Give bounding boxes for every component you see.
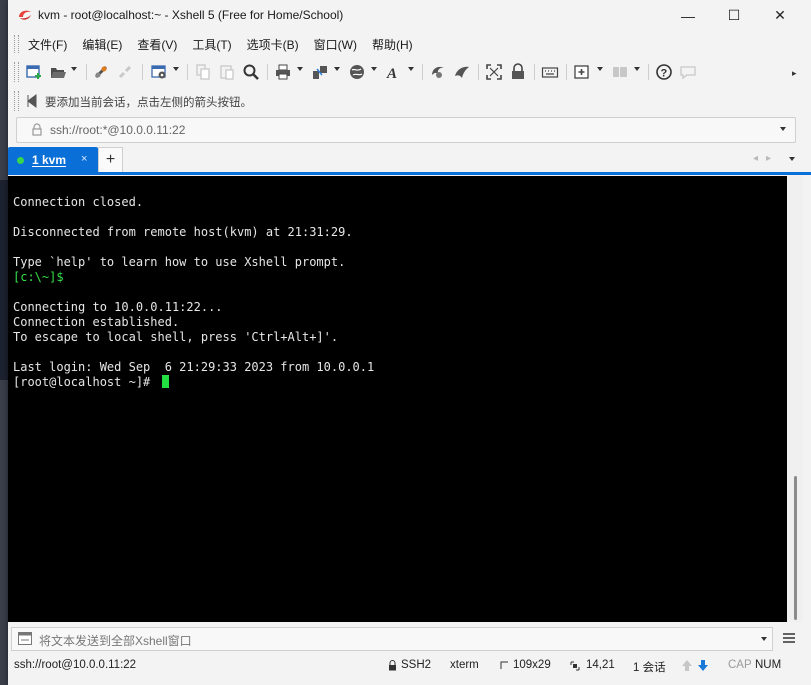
hintbar-grip — [14, 91, 19, 111]
menu-tools[interactable]: 工具(T) — [192, 36, 231, 53]
lock-icon[interactable] — [508, 62, 528, 82]
font-icon[interactable]: A — [384, 62, 404, 82]
compose-input[interactable]: 将文本发送到全部Xshell窗口 — [39, 632, 192, 649]
cursor-position-icon — [570, 661, 580, 671]
window-title: kvm - root@localhost:~ - Xshell 5 (Free … — [38, 8, 344, 22]
shell-prompt-line: [root@localhost ~]# — [13, 375, 169, 390]
resize-icon — [500, 661, 508, 669]
globe-icon[interactable] — [347, 62, 367, 82]
menu-window[interactable]: 窗口(W) — [314, 36, 357, 53]
terminal-line: Disconnected from remote host(kvm) at 21… — [13, 225, 353, 239]
terminal-line: Connecting to 10.0.0.11:22... — [13, 300, 223, 314]
tab-close-icon[interactable]: × — [81, 153, 87, 165]
session-hint-bar: 要添加当前会话，点击左侧的箭头按钮。 — [8, 88, 811, 114]
menu-help[interactable]: 帮助(H) — [372, 36, 413, 53]
svg-text:A: A — [386, 66, 397, 81]
find-icon[interactable] — [241, 62, 261, 82]
print-icon[interactable] — [273, 62, 293, 82]
title-bar[interactable]: kvm - root@localhost:~ - Xshell 5 (Free … — [8, 0, 811, 31]
status-connection: ssh://root@10.0.0.11:22 — [14, 659, 137, 671]
xshell-logo-icon — [19, 10, 31, 20]
xftp-icon[interactable] — [428, 62, 448, 82]
tab-label: 1 kvm — [32, 153, 67, 167]
open-folder-icon[interactable] — [48, 62, 68, 82]
paste-icon[interactable] — [217, 62, 237, 82]
toolbar-grip — [14, 62, 19, 82]
compose-bar[interactable]: 将文本发送到全部Xshell窗口 — [11, 627, 773, 651]
close-icon: ✕ — [774, 7, 786, 23]
add-tab-icon[interactable] — [572, 62, 592, 82]
terminal-line: To escape to local shell, press 'Ctrl+Al… — [13, 330, 339, 344]
svg-text:?: ? — [661, 68, 668, 80]
status-num-lock: NUM — [755, 659, 782, 671]
close-window-button[interactable]: ✕ — [757, 0, 803, 31]
compose-dropdown-icon[interactable] — [761, 637, 767, 641]
minimize-icon: — — [681, 7, 695, 24]
menu-view[interactable]: 查看(V) — [137, 36, 177, 53]
terminal-cursor — [161, 375, 169, 388]
status-cursor-position: 14,21 — [586, 659, 615, 671]
xshell-window: kvm - root@localhost:~ - Xshell 5 (Free … — [8, 0, 811, 685]
keyboard-icon[interactable] — [540, 62, 560, 82]
address-bar[interactable]: ssh://root:*@10.0.0.11:22 — [16, 117, 796, 143]
terminal-output[interactable]: Connection closed. Disconnected from rem… — [8, 176, 787, 622]
properties-icon[interactable] — [149, 62, 169, 82]
connect-icon[interactable] — [91, 62, 111, 82]
fullscreen-icon[interactable] — [484, 62, 504, 82]
terminal-line: Last login: Wed Sep 6 21:29:33 2023 from… — [13, 360, 375, 374]
menu-bar: 文件(F) 编辑(E) 查看(V) 工具(T) 选项卡(B) 窗口(W) 帮助(… — [8, 32, 811, 56]
arrow-down-icon[interactable] — [697, 659, 709, 672]
tab-scroll-right-icon[interactable]: ▸ — [766, 153, 771, 164]
shell-prompt: [root@localhost ~]# — [13, 375, 158, 389]
layout-icon[interactable] — [610, 62, 630, 82]
disconnect-icon[interactable] — [115, 62, 135, 82]
local-prompt: [c:\~]$ — [13, 270, 64, 284]
menu-tab[interactable]: 选项卡(B) — [247, 36, 299, 53]
xmanager-icon[interactable] — [452, 62, 472, 82]
ssh-lock-icon — [389, 660, 396, 671]
compose-menu-icon[interactable] — [782, 631, 796, 645]
tab-underline — [8, 172, 811, 175]
status-sessions: 1 会话 — [633, 662, 666, 674]
arrow-up-icon[interactable] — [681, 659, 693, 672]
toolbar: A ? — [8, 58, 811, 86]
menubar-grip — [14, 35, 19, 53]
status-size: 109x29 — [513, 659, 551, 671]
status-caps-lock: CAP — [728, 659, 752, 671]
add-session-arrow-icon[interactable] — [26, 94, 40, 108]
tab-bar: 1 kvm × + ◂ ▸ — [8, 145, 811, 174]
scrollbar-thumb[interactable] — [794, 476, 797, 620]
menu-items: 文件(F) 编辑(E) 查看(V) 工具(T) 选项卡(B) 窗口(W) 帮助(… — [28, 36, 428, 53]
new-tab-button[interactable]: + — [98, 147, 123, 173]
plus-icon: + — [105, 151, 116, 168]
address-dropdown-icon[interactable] — [780, 127, 786, 131]
chat-icon[interactable] — [678, 62, 698, 82]
maximize-icon: ☐ — [727, 7, 741, 23]
new-session-icon[interactable] — [24, 62, 44, 82]
transfer-icon[interactable] — [310, 62, 330, 82]
copy-icon[interactable] — [193, 62, 213, 82]
tab-kvm[interactable]: 1 kvm × — [8, 147, 98, 173]
status-terminal-type: xterm — [450, 659, 479, 671]
minimize-button[interactable]: — — [665, 0, 711, 31]
status-protocol: SSH2 — [401, 659, 432, 671]
tab-list-dropdown-icon[interactable] — [789, 157, 795, 161]
help-icon[interactable]: ? — [654, 62, 674, 82]
terminal-line: Connection closed. — [13, 195, 144, 209]
menu-edit[interactable]: 编辑(E) — [82, 36, 122, 53]
toolbar-overflow-icon[interactable]: ▸ — [792, 68, 797, 79]
terminal-line: Type `help' to learn how to use Xshell p… — [13, 255, 346, 269]
tab-scroll-left-icon[interactable]: ◂ — [753, 153, 758, 164]
padlock-icon — [32, 123, 42, 136]
address-input[interactable]: ssh://root:*@10.0.0.11:22 — [50, 123, 185, 137]
tab-status-dot — [17, 157, 24, 164]
session-hint-text: 要添加当前会话，点击左侧的箭头按钮。 — [45, 97, 252, 109]
terminal-line: Connection established. — [13, 315, 180, 329]
compose-window-icon — [18, 632, 32, 645]
menu-file[interactable]: 文件(F) — [28, 36, 67, 53]
maximize-button[interactable]: ☐ — [711, 0, 757, 31]
status-bar: ssh://root@10.0.0.11:22 SSH2 xterm 109x2… — [8, 653, 811, 679]
terminal-scrollbar[interactable] — [787, 176, 803, 622]
